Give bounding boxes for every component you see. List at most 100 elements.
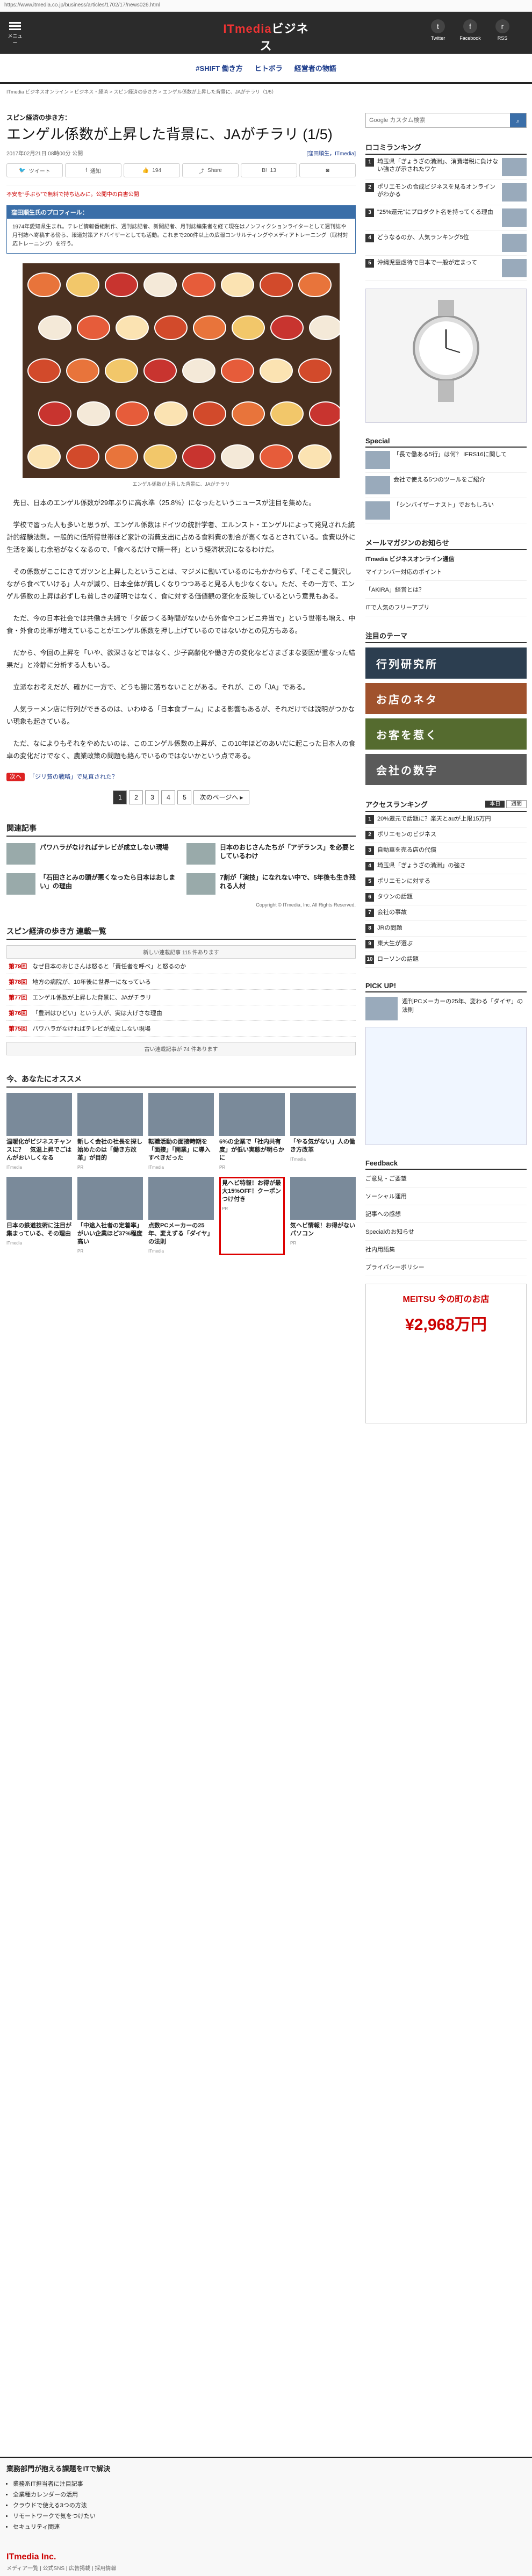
feed-item[interactable]: プライバシーポリシー [365,1258,527,1276]
footer-item[interactable]: 業務系IT担当者に注目記事 [13,2479,532,2489]
pickup-item[interactable]: 週刊PCメーカーの25年、変わる「ダイヤ」の法則 [365,997,527,1020]
access-item[interactable]: 8 JRの問題 [365,921,527,937]
article-paragraph: 学校で習った人も多いと思うが、エンゲル係数はドイツの統計学者、エルンスト・エンゲ… [6,521,356,553]
share-button[interactable]: ◙ [299,163,356,177]
rss-link[interactable]: r RSS [489,19,516,41]
breadcrumb[interactable]: ITmedia ビジネスオンライン > ビジネス・経済 > スピン経済の歩き方 … [6,88,350,95]
series-item[interactable]: 第77回 エンゲル係数が上昇した背景に、JAがチラリ [6,990,356,1005]
access-item[interactable]: 2 ポリエモンのビジネス [365,828,527,843]
recommend-card[interactable]: 温暖化がビジネスチャンスに？ 気温上昇でごはんがおいしくなる ITmedia [6,1093,72,1171]
ranking-item[interactable]: 1 埼玉県「ぎょうざの満洲」、消費増税に負けない強さが示されたワケ [365,155,527,180]
access-item[interactable]: 3 自動車を売る店の代償 [365,843,527,859]
series-kicker[interactable]: スピン経済の歩き方： [6,113,356,122]
tab-week[interactable]: 週間 [506,800,527,808]
related-item[interactable]: パワハラがなければテレビが成立しない現場 [6,843,176,865]
special-item[interactable]: 「長で働ある5行」は何？ IFRS16に関して [365,448,527,473]
watch-ad[interactable] [365,289,527,423]
next-teaser[interactable]: 次へ 「ジリ貧の戦略」で見直された？ [6,772,356,781]
recommend-card[interactable]: 「やる気がない」人の働き方改革 ITmedia [290,1093,356,1171]
feed-item[interactable]: ソーシャル運用 [365,1188,527,1205]
browser-url[interactable]: https://www.itmedia.co.jp/business/artic… [0,0,532,12]
page-link[interactable]: 4 [161,790,176,804]
manga-ad[interactable] [365,1027,527,1145]
footer-legal[interactable]: メディア一覧 | 公式SNS | 広告掲載 | 採用情報 [6,2564,116,2572]
search-input[interactable] [366,113,510,127]
page-link[interactable]: 3 [145,790,160,804]
feed-item[interactable]: Specialのお知らせ [365,1223,527,1241]
menu-button[interactable]: メニュー [8,20,23,46]
access-item[interactable]: 6 タウンの話題 [365,890,527,905]
access-item[interactable]: 10 ローソンの話題 [365,952,527,968]
recommend-card[interactable]: 6%の企業で「社内共有度」が低い実態が明らかに PR [219,1093,285,1171]
site-logo[interactable]: ITmediaビジネス ONLINE [220,19,312,61]
ranking-item[interactable]: 5 沖縄児童虐待で日本で一般が定まって [365,256,527,281]
page-link[interactable]: 2 [129,790,143,804]
page-link[interactable]: 1 [113,790,127,804]
series-item[interactable]: 第75回 パワハラがなければテレビが成立しない現場 [6,1021,356,1037]
ranking-item[interactable]: 4 どうなるのか、人気ランキング5位 [365,231,527,256]
footer-brand[interactable]: ITmedia Inc. [6,2552,56,2562]
share-button[interactable]: B! 13 [241,163,297,177]
ranking-item[interactable]: 2 ポリエモンの合成ビジネスを見るオンラインがわかる [365,180,527,205]
related-item[interactable]: 「石田さとみの頭が悪くなったら日本はおしまい」の理由 [6,873,176,895]
theme-banner[interactable]: お客を惹く [365,718,527,750]
theme-banner[interactable]: お店のネタ [365,683,527,714]
share-button[interactable]: 👍 194 [124,163,180,177]
tab-today[interactable]: 本日 [485,801,505,808]
access-item[interactable]: 9 東大生が選ぶ [365,937,527,952]
sushi-piece [27,444,61,469]
thumbnail [6,843,35,865]
feed-item[interactable]: 社内用語集 [365,1241,527,1258]
mail-item[interactable]: ITで人気のフリーアプリ [365,599,527,616]
share-button[interactable]: ⤴ Share [182,163,239,177]
recommend-card[interactable]: 気ヘビ情報！お得がないパソコン PR [290,1177,356,1255]
sushi-piece [182,272,215,297]
thumbnail [6,1093,72,1136]
recommend-card[interactable]: 転職活動の面接時期を「面接」「開業」に導入すべきだった ITmedia [148,1093,214,1171]
nav-item[interactable]: #SHIFT 働き方 [196,63,242,73]
recommend-card[interactable]: 新しく会社の社長を探し始めたのは「働き方改革」が目的 PR [77,1093,143,1171]
share-button[interactable]: f 通知 [65,163,121,177]
related-item[interactable]: 日本のおじさんたちが「アデランス」を必要としているわけ [186,843,356,865]
theme-banner[interactable]: 会社の数字 [365,754,527,785]
nav-item[interactable]: 経営者の物語 [294,63,336,73]
sushi-piece [105,272,138,297]
ranking-item[interactable]: 3 "25%還元"にプロダクト名を持ってくる理由 [365,205,527,231]
footer-item[interactable]: セキュリティ関連 [13,2522,532,2532]
search-box: ⌕ [365,113,527,128]
special-item[interactable]: 会社で使える5つのツールをご紹介 [365,473,527,498]
footer-item[interactable]: リモートワークで気をつけたい [13,2511,532,2522]
special-title: Special [365,437,527,448]
theme-banner[interactable]: 行列研究所 [365,647,527,679]
access-item[interactable]: 1 20%還元で話題に？楽天とauが上限15万円 [365,812,527,828]
access-item[interactable]: 7 会社の事故 [365,905,527,921]
access-item[interactable]: 5 ポリエモンに対する [365,874,527,890]
footer-item[interactable]: 全業種カレンダーの活用 [13,2489,532,2500]
pr-link[interactable]: 不安を“手ぶら”で無料で持ち込みに。公開中の白書公開 [6,185,356,198]
related-item[interactable]: 7割が「演技」になれない中で、5年後も生き残れる人材 [186,873,356,895]
feed-item[interactable]: 記事への感想 [365,1205,527,1223]
article-paragraph: 人気ラーメン店に行列ができるのは、いわゆる「日本食ブーム」による影響もあるが、そ… [6,706,355,725]
facebook-link[interactable]: f Facebook [457,19,484,41]
page-link[interactable]: 5 [177,790,192,804]
access-item[interactable]: 4 埼玉県「ぎょうざの満洲」の強さ [365,859,527,874]
recommend-card[interactable]: 日本の鉄道技術に注目が集まっている、その理由 ITmedia [6,1177,72,1255]
share-button[interactable]: 🐦 ツイート [6,163,63,177]
mail-item[interactable]: 「AKIRA」経営とは？ [365,581,527,599]
next-page-button[interactable]: 次のページへ ▸ [193,790,249,804]
feed-item[interactable]: ご意見・ご要望 [365,1170,527,1188]
recommend-card[interactable]: 点数PCメーカーの25年、変えずる「ダイヤ」の法則 ITmedia [148,1177,214,1255]
mail-item[interactable]: マイナンバー対応のポイント [365,563,527,581]
special-item[interactable]: 「シンバイザーナスト」でおもしろい [365,498,527,523]
series-item[interactable]: 第79回 なぜ日本のおじさんは怒ると「責任者を呼べ」と怒るのか [6,959,356,974]
series-item[interactable]: 第78回 地方の病院が、10年後に世界一になっている [6,974,356,990]
twitter-link[interactable]: t Twitter [425,19,451,41]
footer-item[interactable]: クラウドで使える3つの方法 [13,2500,532,2511]
search-icon[interactable]: ⌕ [510,113,526,127]
recommend-card-highlighted[interactable]: 見ヘビ特報！お得が最大15%OFF！クーポンつけ付き PR [219,1177,285,1255]
series-item[interactable]: 第76回 「豊洲はひどい」という人が、実は大げさな理由 [6,1005,356,1021]
recommend-card[interactable]: 「中途入社者の定着率」がいい企業ほど37%程度高い PR [77,1177,143,1255]
author[interactable]: [窪田順生，ITmedia] [306,149,356,157]
real-estate-ad[interactable]: MEITSU 今の町のお店 ¥2,968万円 [365,1284,527,1423]
nav-item[interactable]: ヒトボラ [255,63,283,73]
